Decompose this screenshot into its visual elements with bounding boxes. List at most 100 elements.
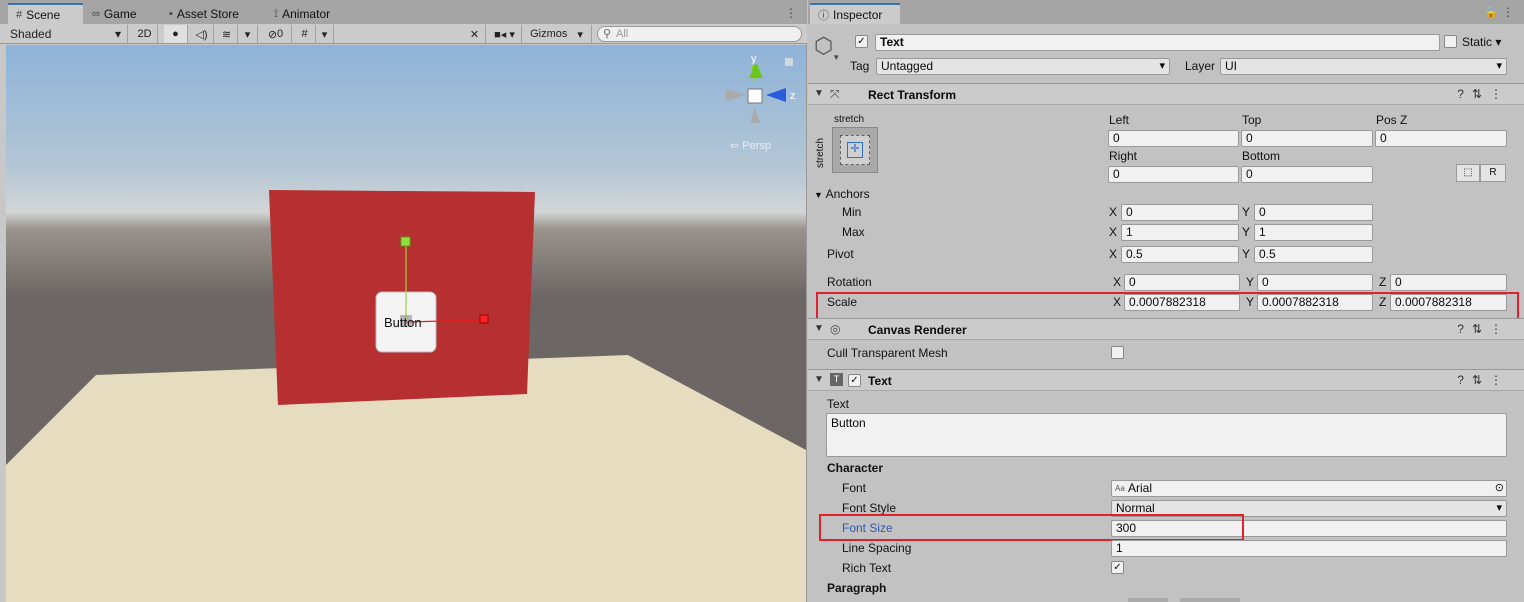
text-foldout-icon[interactable]: ▼ xyxy=(814,374,824,385)
font-object-field[interactable]: Aa Arial ⊙ xyxy=(1111,480,1507,497)
bottom-label: Bottom xyxy=(1242,149,1281,163)
alignment-buttons-partial-2[interactable] xyxy=(1180,598,1240,602)
rotation-y-field[interactable]: 0 xyxy=(1257,274,1373,291)
scene-viewport[interactable]: Button y z ⇐ Persp xyxy=(6,45,806,602)
max-y-field[interactable]: 1 xyxy=(1254,224,1373,241)
gizmo-z-arrow[interactable] xyxy=(766,88,786,102)
text-component-header[interactable]: ▼ T ✓ Text ?⇅⋮ xyxy=(808,369,1524,391)
inspector-panel: ⓘ Inspector 🔒 ⋮ ⬡ ▾ ✓ Text Static ▾ Tag U… xyxy=(808,0,1524,602)
rect-transform-header[interactable]: ▼ ⤧ Rect Transform ?⇅⋮ xyxy=(808,83,1524,105)
button-label-text: Button xyxy=(384,315,422,330)
tools-icon[interactable]: ✕ xyxy=(464,25,486,43)
layer-dropdown[interactable]: UI xyxy=(1220,58,1507,75)
pivot-y-axis-label: Y xyxy=(1242,247,1251,261)
audio-toggle-icon[interactable]: ◁) xyxy=(190,25,214,43)
tab-asset-store[interactable]: ▪ Asset Store xyxy=(161,4,261,24)
effects-toggle-icon[interactable]: ≋ xyxy=(216,25,238,43)
right-field[interactable]: 0 xyxy=(1108,166,1239,183)
object-name-field[interactable]: Text xyxy=(875,34,1440,51)
shading-mode-label: Shaded xyxy=(10,27,52,41)
shading-mode-dropdown[interactable]: Shaded ▾ xyxy=(4,25,128,43)
rot-y-axis-label: Y xyxy=(1246,275,1255,289)
tab-asset-store-label: Asset Store xyxy=(176,7,239,21)
tab-animator[interactable]: ⟟ Animator xyxy=(266,4,356,24)
layer-label: Layer xyxy=(1185,59,1216,73)
icon-chevron-down-icon[interactable]: ▾ xyxy=(834,52,839,63)
pivot-label: Pivot xyxy=(827,247,854,261)
lock-icon[interactable]: 🔒 xyxy=(1484,6,1498,19)
object-picker-icon[interactable]: ⊙ xyxy=(1495,481,1504,496)
component-header-icons[interactable]: ?⇅⋮ xyxy=(1457,87,1510,101)
left-field[interactable]: 0 xyxy=(1108,130,1239,147)
raw-edit-button[interactable]: R xyxy=(1480,164,1506,182)
rotation-x-field[interactable]: 0 xyxy=(1124,274,1240,291)
text-value-area[interactable]: Button xyxy=(826,413,1507,457)
pivot-x-field[interactable]: 0.5 xyxy=(1121,246,1239,263)
rich-text-checkbox[interactable]: ✓ xyxy=(1111,561,1124,574)
scene-toolbar: Shaded ▾ 2D ● ◁) ≋ ▾ ⊘ 0 # ▾ ✕ ■◂ ▾ Gizmos… xyxy=(0,24,807,44)
rich-text-label: Rich Text xyxy=(842,561,892,575)
rotation-z-field[interactable]: 0 xyxy=(1390,274,1507,291)
active-checkbox[interactable]: ✓ xyxy=(855,35,868,48)
scene-menu-kebab-icon[interactable]: ⋮ xyxy=(785,6,797,20)
tag-dropdown[interactable]: Untagged xyxy=(876,58,1170,75)
static-dropdown[interactable]: Static ▾ xyxy=(1462,35,1501,49)
text-component-header-icons[interactable]: ?⇅⋮ xyxy=(1457,373,1510,387)
hidden-objects-toggle[interactable]: ⊘ 0 xyxy=(260,25,292,43)
orientation-gizmo[interactable]: y z ⇐ Persp xyxy=(726,53,796,152)
bottom-field[interactable]: 0 xyxy=(1241,166,1373,183)
tab-inspector[interactable]: ⓘ Inspector xyxy=(810,3,900,24)
gizmo-center-cube[interactable] xyxy=(747,88,763,104)
inspector-tabbar: ⓘ Inspector 🔒 ⋮ xyxy=(808,0,1524,24)
alignment-buttons-partial[interactable] xyxy=(1128,598,1168,602)
max-x-field[interactable]: 1 xyxy=(1121,224,1239,241)
line-spacing-field[interactable]: 1 xyxy=(1111,540,1507,557)
move-gizmo-x-handle[interactable] xyxy=(479,314,489,324)
cull-transparent-mesh-checkbox[interactable] xyxy=(1111,346,1124,359)
blueprint-mode-button[interactable]: ⬚ xyxy=(1456,164,1480,182)
gizmo-lock-icon[interactable] xyxy=(785,58,793,66)
effects-chevron-icon[interactable]: ▾ xyxy=(238,25,258,43)
persp-label-text: Persp xyxy=(742,140,771,152)
animator-icon: ⟟ xyxy=(274,7,279,20)
search-icon: ⚲ xyxy=(603,28,612,40)
max-x-axis-label: X xyxy=(1109,225,1118,239)
gizmos-dropdown[interactable]: Gizmos ▾ xyxy=(522,25,592,43)
text-component-icon: T xyxy=(830,373,843,386)
2d-toggle-button[interactable]: 2D xyxy=(132,25,158,43)
character-section-label: Character xyxy=(827,461,884,475)
gizmo-neg-x-arrow[interactable] xyxy=(726,89,746,101)
tab-scene[interactable]: # Scene xyxy=(8,3,83,24)
canvas-renderer-header-icons[interactable]: ?⇅⋮ xyxy=(1457,322,1510,336)
gizmo-neg-y-arrow[interactable] xyxy=(750,107,760,123)
posz-field[interactable]: 0 xyxy=(1375,130,1507,147)
gizmos-label: Gizmos xyxy=(530,28,568,40)
inspector-menu-kebab-icon[interactable]: ⋮ xyxy=(1502,5,1514,19)
camera-dropdown-icon[interactable]: ■◂ ▾ xyxy=(488,25,522,43)
static-checkbox[interactable] xyxy=(1444,35,1457,48)
shopping-bag-icon: ▪ xyxy=(169,8,173,20)
lighting-toggle-icon[interactable]: ● xyxy=(164,25,188,43)
anchors-foldout[interactable]: ▼ Anchors xyxy=(814,187,870,201)
top-field[interactable]: 0 xyxy=(1241,130,1373,147)
move-gizmo-y-handle[interactable] xyxy=(400,236,411,247)
rot-z-axis-label: Z xyxy=(1379,275,1387,289)
grid-chevron-icon[interactable]: ▾ xyxy=(316,25,334,43)
scene-search-input[interactable]: ⚲ All xyxy=(597,26,802,42)
left-label: Left xyxy=(1109,113,1130,127)
persp-label[interactable]: ⇐ Persp xyxy=(730,140,771,152)
min-y-field[interactable]: 0 xyxy=(1254,204,1373,221)
grid-toggle-icon[interactable]: # xyxy=(294,25,316,43)
foldout-arrow-icon[interactable]: ▼ xyxy=(814,88,824,99)
anchor-presets-button[interactable]: ✛ xyxy=(832,127,878,173)
pivot-y-field[interactable]: 0.5 xyxy=(1254,246,1373,263)
tab-game[interactable]: ∞ Game xyxy=(84,4,160,24)
static-label: Static xyxy=(1462,35,1493,49)
min-x-field[interactable]: 0 xyxy=(1121,204,1239,221)
hidden-count: 0 xyxy=(277,28,284,40)
canvas-renderer-foldout-icon[interactable]: ▼ xyxy=(814,323,824,334)
text-enabled-checkbox[interactable]: ✓ xyxy=(848,374,861,387)
font-asset-icon: Aa xyxy=(1115,484,1125,493)
canvas-renderer-header[interactable]: ▼ ◎ Canvas Renderer ?⇅⋮ xyxy=(808,318,1524,340)
top-label: Top xyxy=(1242,113,1262,127)
